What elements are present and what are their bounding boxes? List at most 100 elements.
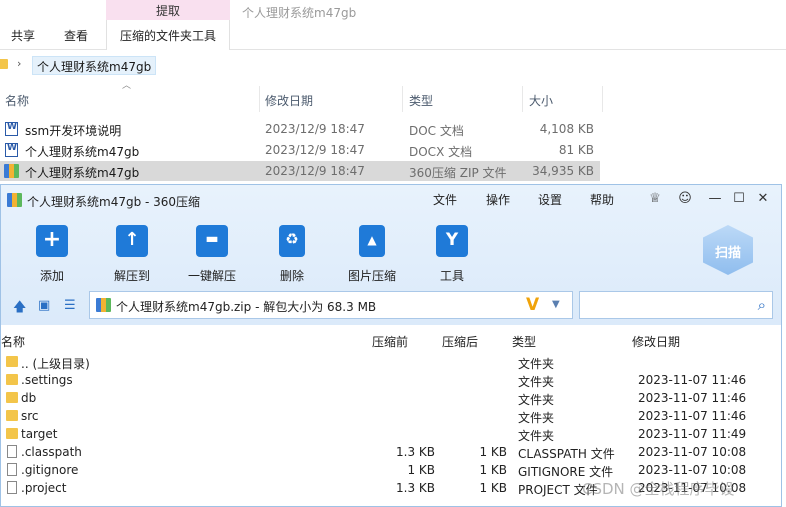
column-divider[interactable] bbox=[522, 86, 523, 112]
minimize-icon[interactable]: — bbox=[705, 189, 725, 209]
zip-window-title: 个人理财系统m47gb - 360压缩 bbox=[27, 195, 201, 209]
file-type: DOC 文档 bbox=[409, 124, 464, 138]
entry-name: .settings bbox=[21, 373, 73, 387]
column-header-date[interactable]: 修改日期 bbox=[632, 333, 680, 350]
chevron-right-icon[interactable]: › bbox=[17, 57, 21, 70]
column-header-size[interactable]: 压缩前 bbox=[372, 333, 408, 350]
folder-icon bbox=[6, 356, 18, 367]
file-name: 个人理财系统m47gb bbox=[25, 145, 140, 159]
watermark: CSDN @全栈程序毕设 bbox=[582, 480, 735, 498]
folder-icon bbox=[6, 410, 18, 421]
file-size: 81 KB bbox=[558, 143, 594, 157]
extract-to-icon bbox=[116, 225, 148, 257]
entry-compressed: 1 KB bbox=[479, 481, 507, 495]
path-text: 个人理财系统m47gb.zip - 解包大小为 68.3 MB bbox=[116, 300, 377, 314]
file-icon bbox=[7, 445, 17, 458]
tab-extract[interactable]: 提取 bbox=[106, 2, 230, 19]
entry-size: 1.3 KB bbox=[396, 481, 435, 495]
add-button[interactable]: 添加 bbox=[16, 225, 88, 283]
thumbnail-view-icon[interactable]: ▣ bbox=[38, 298, 50, 313]
list-item[interactable]: .settings 文件夹 2023-11-07 11:46 bbox=[1, 371, 781, 389]
entry-name: .project bbox=[21, 481, 67, 495]
entry-type: 文件夹 bbox=[518, 357, 555, 371]
word-doc-icon bbox=[5, 122, 18, 136]
add-icon bbox=[36, 225, 68, 257]
image-compress-label: 图片压缩 bbox=[347, 269, 396, 283]
column-header-type[interactable]: 类型 bbox=[409, 92, 433, 109]
maximize-icon[interactable]: ☐ bbox=[729, 189, 749, 209]
file-size: 4,108 KB bbox=[539, 122, 594, 136]
column-divider[interactable] bbox=[259, 86, 260, 112]
column-header-date[interactable]: 修改日期 bbox=[265, 92, 313, 109]
entry-date: 2023-11-07 11:49 bbox=[638, 427, 747, 441]
entry-date: 2023-11-07 11:46 bbox=[638, 409, 747, 423]
tab-compressed-folder-tools[interactable]: 压缩的文件夹工具 bbox=[106, 20, 230, 50]
tools-button[interactable]: 工具 bbox=[416, 225, 488, 283]
close-icon[interactable]: ✕ bbox=[753, 189, 773, 209]
column-divider[interactable] bbox=[602, 86, 603, 112]
image-compress-button[interactable]: 图片压缩 bbox=[336, 225, 408, 283]
entry-name: src bbox=[21, 409, 39, 423]
extract-to-button[interactable]: 解压到 bbox=[96, 225, 168, 283]
one-click-extract-icon bbox=[196, 225, 228, 257]
delete-button[interactable]: 删除 bbox=[256, 225, 328, 283]
tab-share[interactable]: 共享 bbox=[11, 27, 35, 44]
menu-file[interactable]: 文件 bbox=[433, 191, 457, 208]
skin-icon[interactable]: ♕ bbox=[645, 189, 665, 209]
column-header-name[interactable]: 名称 bbox=[5, 92, 29, 109]
chevron-down-icon[interactable]: ▼ bbox=[552, 299, 560, 310]
feedback-icon[interactable]: ☺ bbox=[675, 189, 695, 209]
file-date: 2023/12/9 18:47 bbox=[265, 143, 365, 157]
delete-icon bbox=[279, 225, 305, 257]
menu-settings[interactable]: 设置 bbox=[538, 191, 562, 208]
entry-type: 文件夹 bbox=[518, 375, 555, 389]
list-item[interactable]: db 文件夹 2023-11-07 11:46 bbox=[1, 389, 781, 407]
entry-name: db bbox=[21, 391, 37, 405]
address-bar[interactable]: › 个人理财系统m47gb bbox=[0, 55, 786, 77]
file-name: ssm开发环境说明 bbox=[25, 124, 122, 138]
tools-label: 工具 bbox=[439, 269, 464, 283]
entry-type: CLASSPATH 文件 bbox=[518, 447, 615, 461]
file-icon bbox=[7, 481, 17, 494]
file-row[interactable]: ssm开发环境说明 2023/12/9 18:47 DOC 文档 4,108 K… bbox=[0, 119, 600, 139]
one-click-extract-button[interactable]: 一键解压 bbox=[176, 225, 248, 283]
entry-compressed: 1 KB bbox=[479, 445, 507, 459]
file-date: 2023/12/9 18:47 bbox=[265, 122, 365, 136]
folder-icon bbox=[6, 428, 18, 439]
menu-operate[interactable]: 操作 bbox=[486, 191, 510, 208]
folder-icon bbox=[6, 392, 18, 403]
column-header-compressed[interactable]: 压缩后 bbox=[442, 333, 478, 350]
file-row[interactable]: 个人理财系统m47gb 2023/12/9 18:47 DOCX 文档 81 K… bbox=[0, 140, 600, 160]
list-item[interactable]: src 文件夹 2023-11-07 11:46 bbox=[1, 407, 781, 425]
column-divider[interactable] bbox=[402, 86, 403, 112]
up-arrow-icon[interactable]: 🡅 bbox=[13, 298, 26, 320]
zip-app-icon bbox=[7, 193, 22, 207]
entry-date: 2023-11-07 10:08 bbox=[638, 463, 747, 477]
breadcrumb[interactable]: 个人理财系统m47gb bbox=[32, 56, 157, 75]
menu-help[interactable]: 帮助 bbox=[590, 191, 614, 208]
file-icon bbox=[7, 463, 17, 476]
v-logo-icon[interactable]: V bbox=[526, 295, 539, 315]
search-input[interactable]: ⌕ bbox=[579, 291, 773, 319]
list-item[interactable]: target 文件夹 2023-11-07 11:49 bbox=[1, 425, 781, 443]
extract-to-label: 解压到 bbox=[113, 269, 150, 283]
list-item[interactable]: .. (上级目录) 文件夹 bbox=[1, 353, 781, 371]
file-row-selected[interactable]: 个人理财系统m47gb 2023/12/9 18:47 360压缩 ZIP 文件… bbox=[0, 161, 600, 181]
column-header-size[interactable]: 大小 bbox=[529, 92, 553, 109]
list-view-icon[interactable]: ☰ bbox=[64, 298, 76, 313]
word-doc-icon bbox=[5, 143, 18, 157]
tab-view[interactable]: 查看 bbox=[64, 27, 88, 44]
entry-date: 2023-11-07 11:46 bbox=[638, 391, 747, 405]
search-icon[interactable]: ⌕ bbox=[758, 296, 766, 314]
list-item[interactable]: .classpath 1.3 KB 1 KB CLASSPATH 文件 2023… bbox=[1, 443, 781, 461]
explorer-window-title: 个人理财系统m47gb bbox=[242, 6, 357, 20]
folder-icon bbox=[6, 374, 18, 385]
entry-name: .gitignore bbox=[21, 463, 79, 477]
file-type: DOCX 文档 bbox=[409, 145, 473, 159]
column-header-type[interactable]: 类型 bbox=[512, 333, 536, 350]
column-header-name[interactable]: 名称 bbox=[1, 333, 25, 350]
file-size: 34,935 KB bbox=[532, 164, 594, 178]
scan-label[interactable]: 扫描 bbox=[703, 242, 753, 261]
list-item[interactable]: .gitignore 1 KB 1 KB GITIGNORE 文件 2023-1… bbox=[1, 461, 781, 479]
path-bar[interactable]: 个人理财系统m47gb.zip - 解包大小为 68.3 MB V ▼ bbox=[89, 291, 573, 319]
